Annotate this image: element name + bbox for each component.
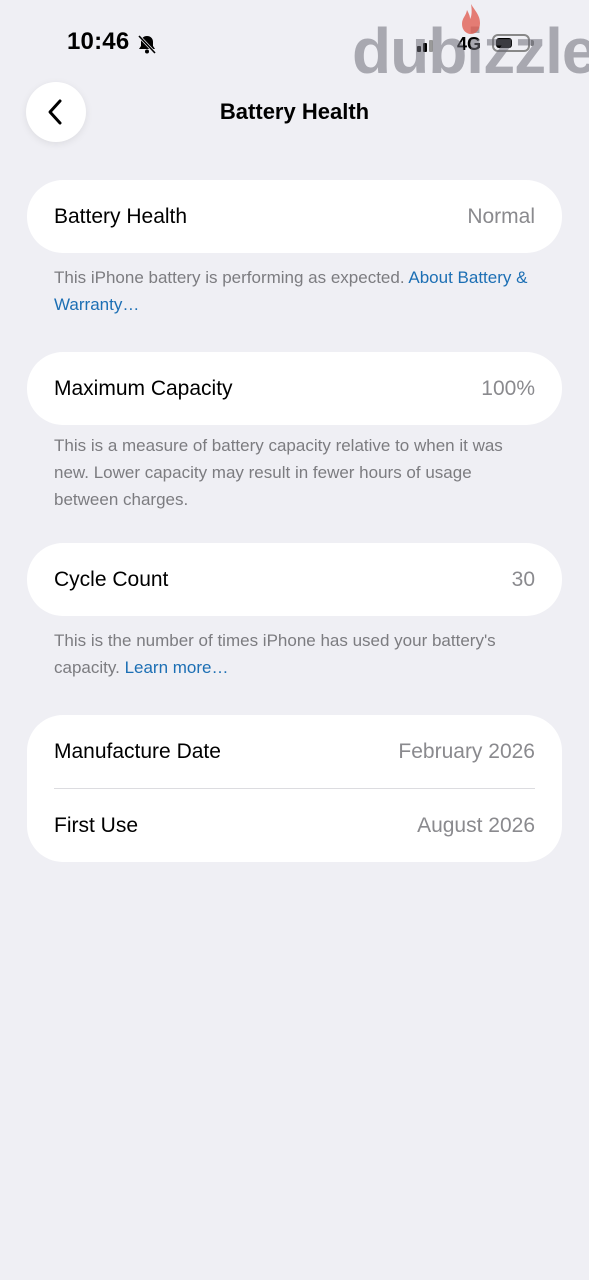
learn-more-link[interactable]: Learn more… <box>125 658 229 677</box>
maximum-capacity-label: Maximum Capacity <box>54 376 233 400</box>
battery-health-card: Battery Health Normal <box>27 180 562 253</box>
maximum-capacity-value: 100% <box>481 376 535 400</box>
status-time: 10:46 <box>67 28 130 55</box>
maximum-capacity-row: Maximum Capacity 100% <box>27 352 562 425</box>
flame-icon <box>458 2 484 41</box>
manufacture-date-label: Manufacture Date <box>54 739 221 763</box>
battery-health-row: Battery Health Normal <box>27 180 562 253</box>
battery-health-note-text: This iPhone battery is performing as exp… <box>54 268 405 287</box>
maximum-capacity-card: Maximum Capacity 100% <box>27 352 562 425</box>
cycle-count-label: Cycle Count <box>54 567 169 591</box>
bell-slash-icon <box>136 33 158 60</box>
battery-health-value: Normal <box>467 204 535 228</box>
cycle-count-card: Cycle Count 30 <box>27 543 562 616</box>
manufacture-date-row: Manufacture Date February 2026 <box>27 715 562 788</box>
first-use-label: First Use <box>54 813 138 837</box>
cycle-count-row: Cycle Count 30 <box>27 543 562 616</box>
maximum-capacity-note: This is a measure of battery capacity re… <box>54 436 503 509</box>
cycle-count-value: 30 <box>511 567 535 591</box>
first-use-value: August 2026 <box>417 813 535 837</box>
dates-card: Manufacture Date February 2026 First Use… <box>27 715 562 862</box>
battery-health-screen: 10:46 4G dubizzle Battery Health Battery… <box>0 0 589 1280</box>
cycle-count-note-text: This is the number of times iPhone has u… <box>54 631 496 677</box>
first-use-row: First Use August 2026 <box>27 789 562 862</box>
battery-health-note: This iPhone battery is performing as exp… <box>54 264 534 318</box>
manufacture-date-value: February 2026 <box>398 739 535 763</box>
cycle-count-note: This is the number of times iPhone has u… <box>54 627 534 681</box>
battery-health-label: Battery Health <box>54 204 188 228</box>
page-title: Battery Health <box>219 99 370 124</box>
